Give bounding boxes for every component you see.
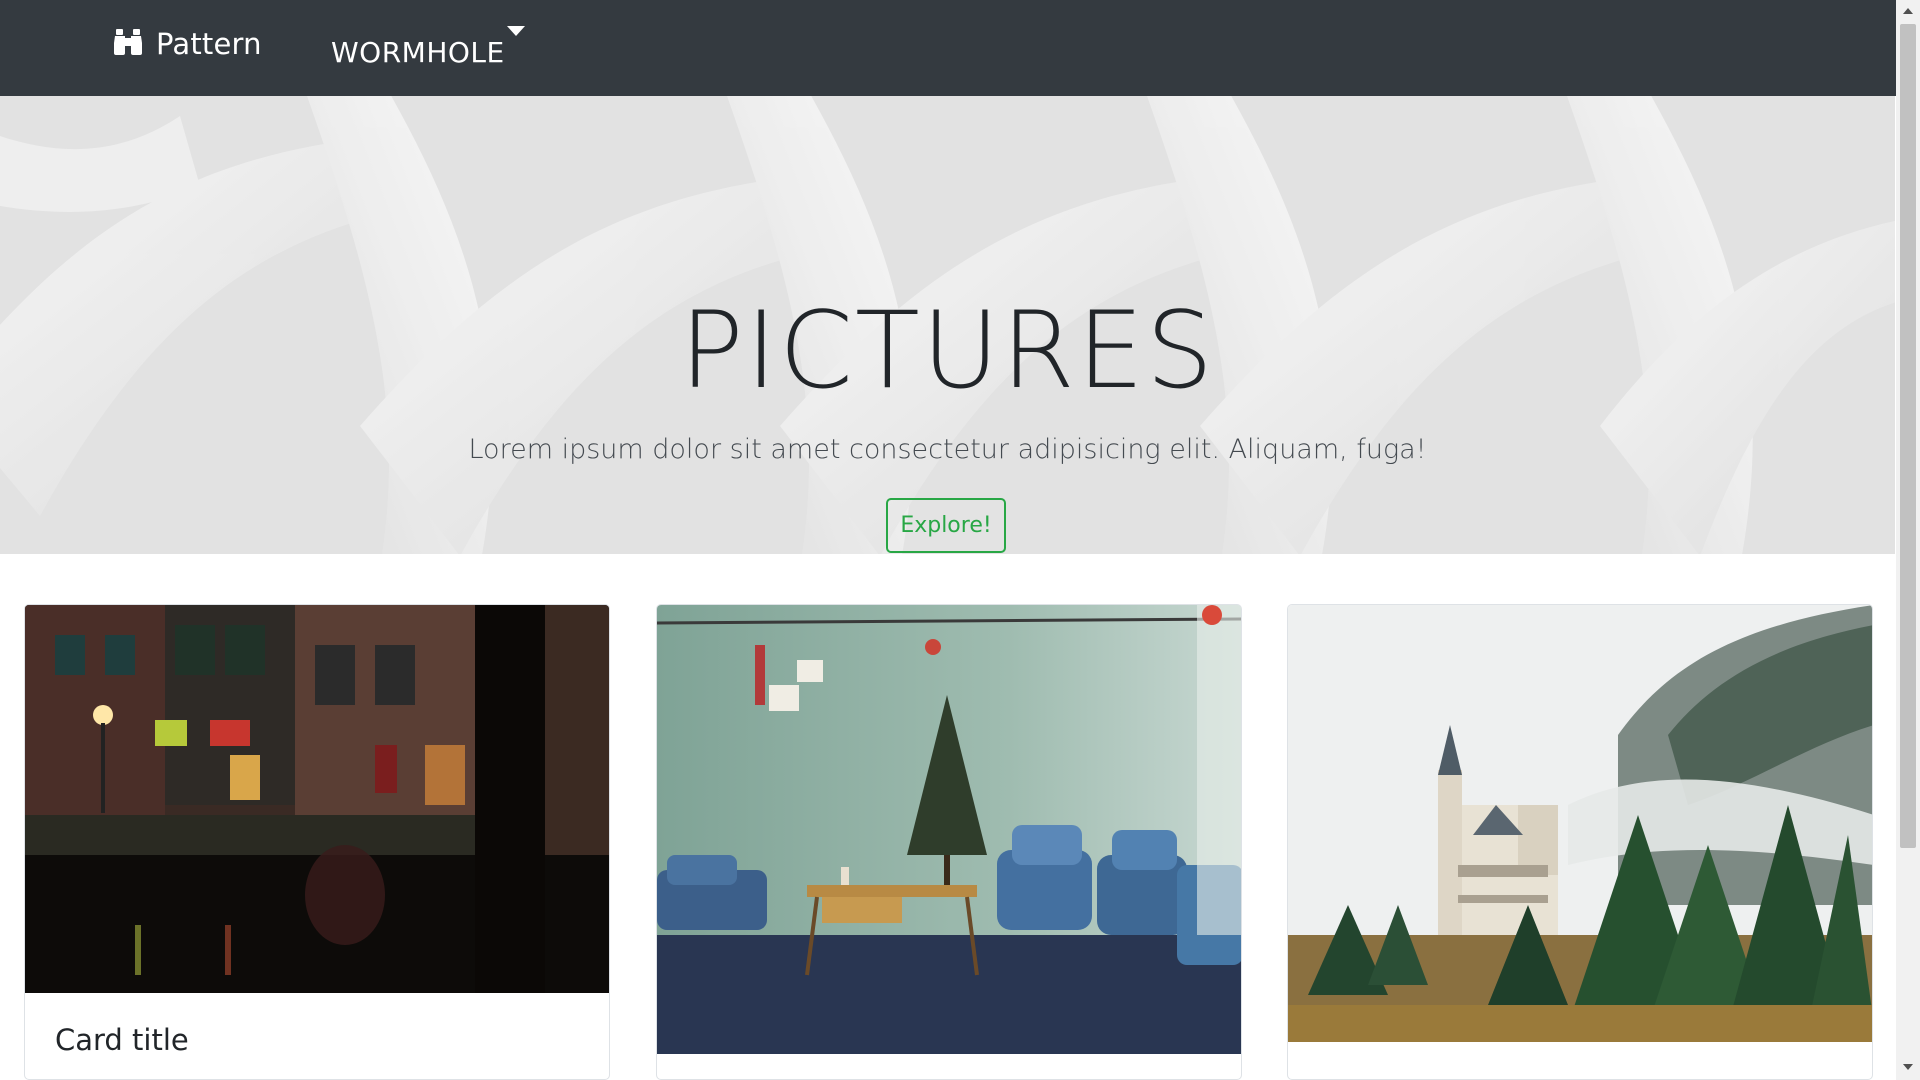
- hero-title: PICTURES: [679, 289, 1216, 412]
- hero-jumbotron: PICTURES Lorem ipsum dolor sit amet cons…: [0, 96, 1895, 554]
- hero-subtitle: Lorem ipsum dolor sit amet consectetur a…: [468, 434, 1427, 465]
- vertical-scrollbar[interactable]: [1896, 0, 1920, 1080]
- brand-link[interactable]: Pattern: [112, 24, 262, 64]
- explore-button[interactable]: Explore!: [886, 498, 1006, 553]
- card-title: Card title: [55, 1023, 189, 1057]
- card-3: [1287, 604, 1873, 1080]
- scroll-down-arrow-icon[interactable]: [1903, 1064, 1913, 1070]
- top-navbar: Pattern WORMHOLE: [0, 0, 1896, 96]
- binoculars-icon: [112, 27, 144, 61]
- retro-living-room-image: [657, 605, 1241, 1054]
- caret-down-icon: [507, 26, 525, 36]
- brand-label: Pattern: [156, 27, 262, 61]
- card-2: [656, 604, 1242, 1080]
- scrollbar-thumb[interactable]: [1900, 24, 1916, 848]
- scroll-up-arrow-icon[interactable]: [1903, 8, 1913, 14]
- dropdown-label: WORMHOLE: [331, 35, 505, 69]
- night-canal-street-image: [25, 605, 609, 993]
- wormhole-dropdown-toggle[interactable]: WORMHOLE: [331, 26, 525, 72]
- card-1: Card title: [24, 604, 610, 1080]
- castle-forest-image: [1288, 605, 1872, 1042]
